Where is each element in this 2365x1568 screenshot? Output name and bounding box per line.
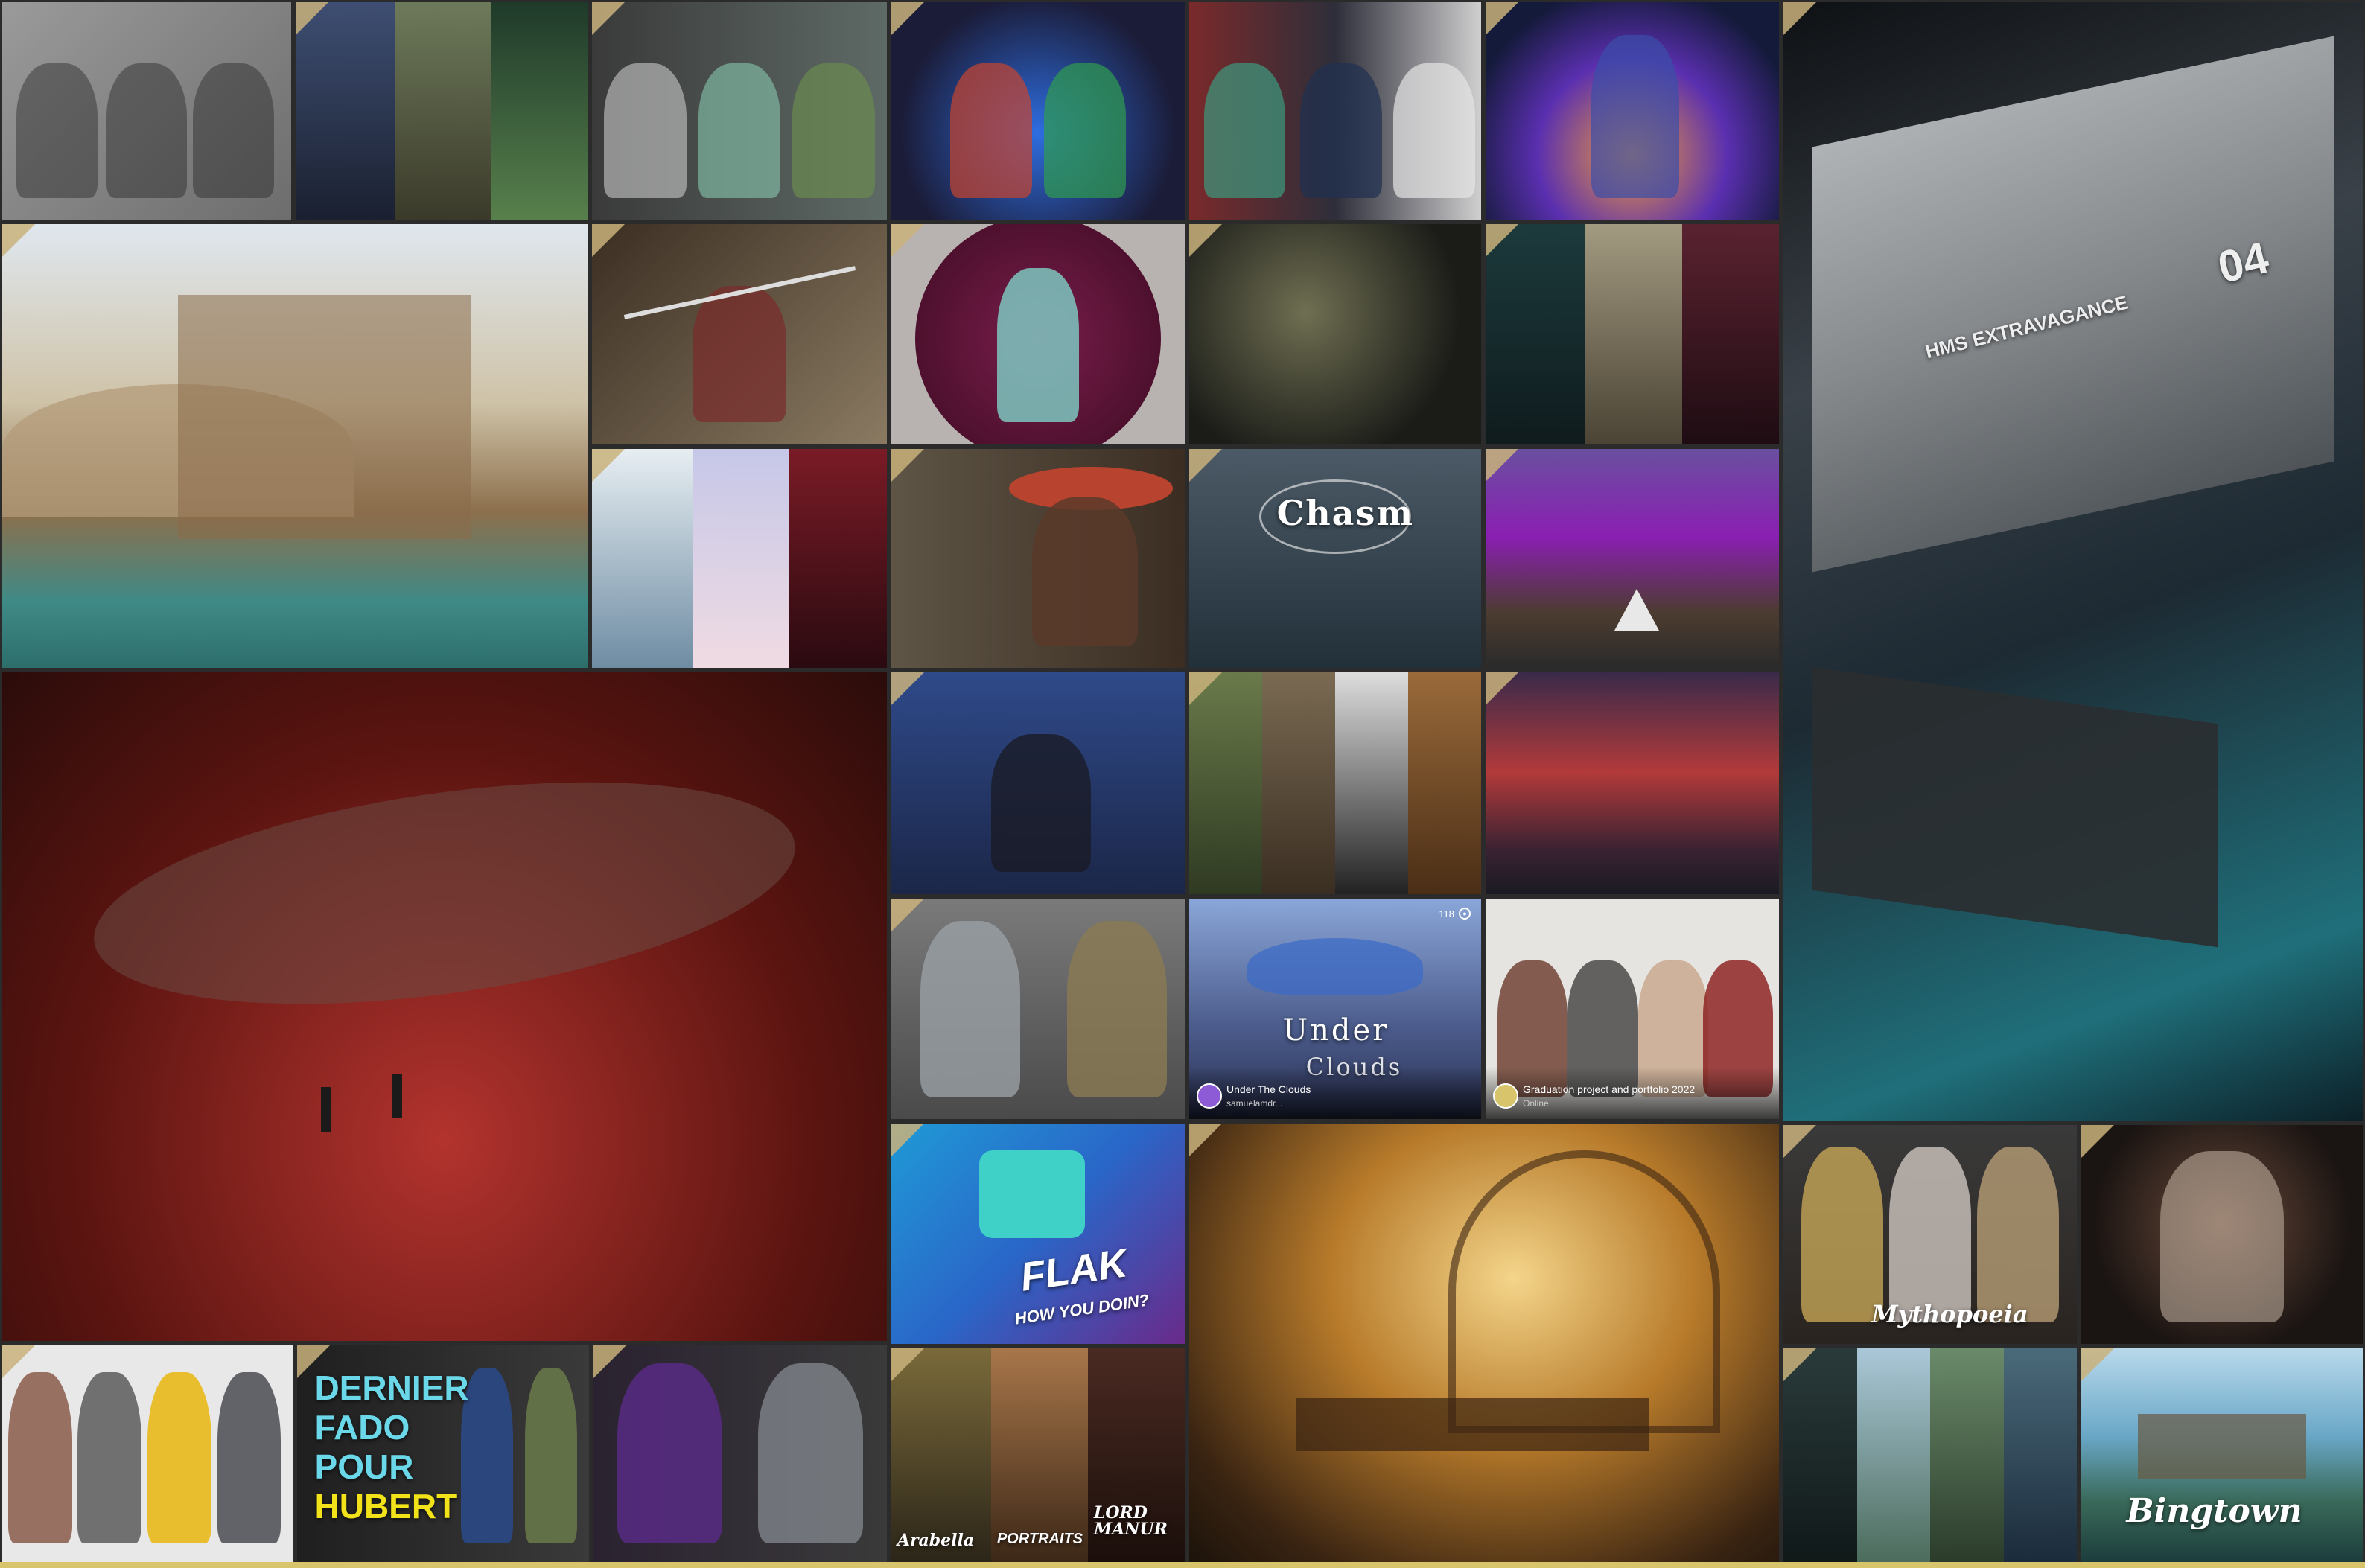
arabella-title: Arabella — [897, 1531, 975, 1551]
tile-creature-busts[interactable] — [293, 0, 590, 222]
bingtown-title: Bingtown — [2126, 1491, 2302, 1530]
card-info-bar: Under The Clouds samuelamdr... — [1189, 1067, 1481, 1119]
featured-ribbon-icon — [1189, 672, 1222, 705]
tile-character-lineup[interactable] — [0, 1343, 295, 1568]
featured-ribbon-icon — [1783, 1348, 1816, 1381]
project-gallery-grid: HMS EXTRAVAGANCE 04 Chasm Under 118 ● Un… — [0, 0, 2365, 1568]
view-count: 118 ● — [1439, 908, 1471, 920]
tile-golden-library[interactable] — [1187, 1121, 1781, 1568]
mythopoeia-title: Mythopoeia — [1871, 1300, 2028, 1329]
lord-manur-title: LORD MANUR — [1093, 1503, 1168, 1540]
portraits-title: PORTRAITS — [996, 1531, 1083, 1548]
featured-ribbon-icon — [1486, 224, 1518, 257]
tile-flak-robot[interactable]: FLAK HOW YOU DOIN? — [889, 1121, 1187, 1346]
tile-purple-crystal[interactable] — [1483, 447, 1781, 670]
featured-ribbon-icon — [891, 449, 924, 482]
featured-ribbon-icon — [1486, 672, 1518, 705]
card-author[interactable]: Online — [1523, 1098, 1549, 1109]
tile-under-the-clouds[interactable]: Under Clouds 118 ● Under The Clouds samu… — [1187, 896, 1483, 1121]
featured-ribbon-icon — [592, 2, 625, 35]
avatar[interactable] — [1493, 1083, 1518, 1109]
featured-ribbon-icon — [891, 672, 924, 705]
card-title[interactable]: Under The Clouds — [1226, 1083, 1311, 1095]
featured-ribbon-icon — [593, 1345, 626, 1378]
tile-spaceship-hms-extravagance[interactable]: HMS EXTRAVAGANCE 04 — [1781, 0, 2365, 1123]
featured-ribbon-icon — [2, 224, 35, 257]
tile-mecha-neon[interactable] — [1483, 0, 1781, 222]
featured-ribbon-icon — [1783, 1125, 1816, 1158]
featured-ribbon-icon — [592, 449, 625, 482]
featured-ribbon-icon — [2, 1345, 35, 1378]
avatar[interactable] — [1197, 1083, 1222, 1109]
featured-ribbon-icon — [1189, 224, 1222, 257]
under-clouds-title-line1: Under — [1282, 1013, 1390, 1048]
tile-winter-aircraft[interactable] — [590, 447, 889, 670]
featured-ribbon-icon — [2081, 1348, 2114, 1381]
tile-dernier-fado-pour-hubert[interactable]: DERNIER FADO POUR HUBERT — [295, 1343, 591, 1568]
featured-ribbon-icon — [1189, 1124, 1222, 1156]
bottom-accent-strip — [0, 1562, 2365, 1568]
featured-ribbon-icon — [1486, 2, 1518, 35]
tile-chasm-game[interactable]: Chasm — [1187, 447, 1483, 670]
card-title[interactable]: Graduation project and portfolio 2022 — [1523, 1083, 1695, 1095]
tile-desert-city-bridge[interactable] — [0, 222, 590, 670]
eye-icon: ● — [1459, 908, 1471, 920]
dernier-line3: POUR — [314, 1447, 414, 1487]
tile-zombie-creature[interactable] — [1187, 222, 1483, 447]
tile-rider-eagle[interactable] — [889, 670, 1187, 896]
featured-ribbon-icon — [891, 899, 924, 931]
featured-ribbon-icon — [891, 1124, 924, 1156]
featured-ribbon-icon — [891, 224, 924, 257]
chasm-title: Chasm — [1276, 492, 1415, 533]
tile-mythopoeia[interactable]: Mythopoeia — [1781, 1123, 2079, 1346]
tile-ruins-triptych[interactable] — [1483, 222, 1781, 447]
view-count-value: 118 — [1439, 908, 1454, 920]
tile-heroes-battle[interactable] — [889, 0, 1187, 222]
tile-hat-portrait[interactable] — [889, 447, 1187, 670]
featured-ribbon-icon — [2081, 1125, 2114, 1158]
dernier-line1: DERNIER — [314, 1368, 469, 1407]
featured-ribbon-icon — [891, 2, 924, 35]
card-author[interactable]: samuelamdr... — [1226, 1098, 1282, 1109]
dernier-line4: HUBERT — [314, 1487, 458, 1526]
tile-red-sunset-landscape[interactable] — [1483, 670, 1781, 896]
featured-ribbon-icon — [1783, 2, 1816, 35]
featured-ribbon-icon — [1189, 449, 1222, 482]
tile-environment-strips[interactable] — [1187, 670, 1483, 896]
tile-character-sketches[interactable] — [0, 0, 293, 222]
card-info-bar: Graduation project and portfolio 2022 On… — [1486, 1067, 1779, 1119]
tile-warrior-spear[interactable] — [590, 222, 889, 447]
tile-arabella-portraits-lord-manur[interactable]: Arabella PORTRAITS LORD MANUR — [889, 1346, 1187, 1568]
tile-ancient-towers[interactable] — [1781, 1346, 2079, 1568]
tile-runic-seated-figure[interactable] — [889, 222, 1187, 447]
tile-red-cave-explorers[interactable] — [0, 670, 889, 1343]
tile-bingtown[interactable]: Bingtown — [2079, 1346, 2365, 1568]
featured-ribbon-icon — [297, 1345, 330, 1378]
dernier-line2: FADO — [314, 1407, 410, 1447]
tile-alien-characters[interactable] — [590, 0, 889, 222]
featured-ribbon-icon — [1486, 449, 1518, 482]
tile-graduation-portraits[interactable]: Graduation project and portfolio 2022 On… — [1483, 896, 1781, 1121]
tile-crowned-portrait[interactable] — [2079, 1123, 2365, 1346]
tile-punk-characters[interactable] — [1187, 0, 1483, 222]
tile-fantasy-warriors[interactable] — [591, 1343, 889, 1568]
featured-ribbon-icon — [296, 2, 328, 35]
featured-ribbon-icon — [891, 1348, 924, 1381]
featured-ribbon-icon — [592, 224, 625, 257]
tile-armored-knights[interactable] — [889, 896, 1187, 1121]
